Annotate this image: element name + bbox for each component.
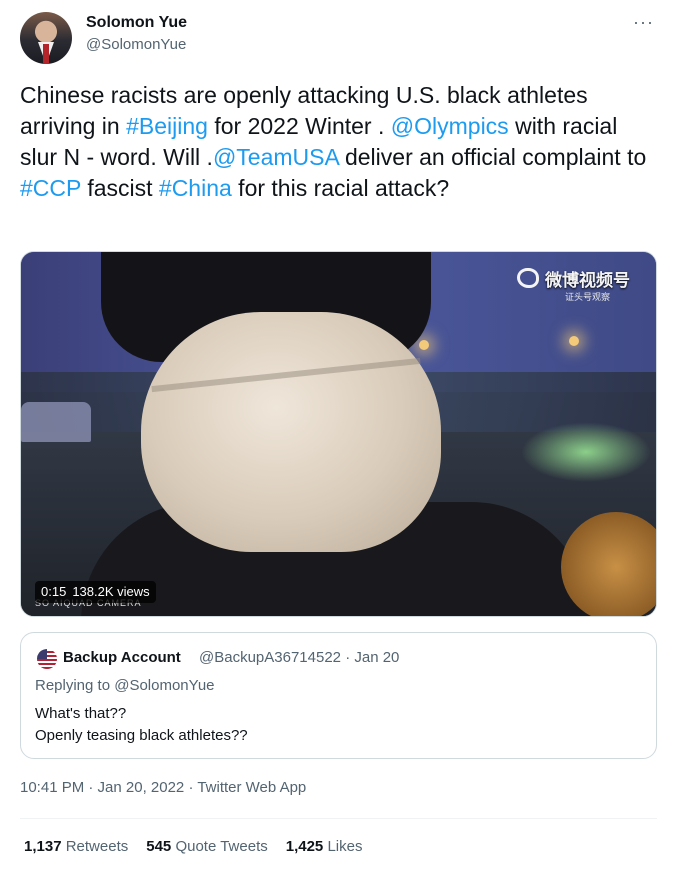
replying-to[interactable]: Replying to @SolomonYue: [35, 677, 215, 694]
quoted-date[interactable]: Jan 20: [354, 649, 399, 666]
likes-label: Likes: [327, 838, 363, 855]
quoted-author-name[interactable]: Backup Account: [63, 649, 181, 666]
quoted-author-meta: @BackupA36714522 · Jan 20: [199, 649, 399, 666]
video-light: [419, 340, 429, 350]
retweets-label: Retweets: [65, 838, 129, 855]
tweet-link[interactable]: #China: [159, 175, 232, 201]
tweet-timestamp[interactable]: 10:41 PM · Jan 20, 2022 · Twitter Web Ap…: [20, 779, 306, 796]
quote-tweets-count: 545: [146, 838, 172, 855]
video-watermark-sub: 证头号观察: [565, 292, 611, 302]
tweet-link[interactable]: @Olympics: [391, 113, 509, 139]
tweet-text: Chinese racists are openly attacking U.S…: [20, 80, 660, 204]
retweets-stat[interactable]: 1,137 Retweets: [24, 838, 128, 855]
video-plant: [521, 422, 651, 482]
video-person-mask: [141, 312, 441, 552]
quoted-text-line: Openly teasing black athletes??: [35, 727, 248, 744]
tweet-header: Solomon Yue @SolomonYue ···: [20, 10, 660, 66]
likes-count: 1,425: [285, 838, 324, 855]
video-watermark: 微博视频号: [545, 271, 630, 290]
video-player[interactable]: 微博视频号 证头号观察 SO AIQUAD CAMERA 0:15 138.2K…: [20, 251, 657, 617]
author-avatar[interactable]: [20, 12, 72, 64]
divider: [20, 818, 657, 819]
author-name[interactable]: Solomon Yue: [86, 14, 187, 32]
tweet-text-segment: for this racial attack?: [231, 175, 450, 201]
tweet-link[interactable]: @TeamUSA: [213, 144, 339, 170]
video-light: [569, 336, 579, 346]
tweet-text-segment: for 2022 Winter .: [207, 113, 391, 139]
likes-stat[interactable]: 1,425 Likes: [286, 838, 363, 855]
quoted-author-avatar[interactable]: [37, 649, 57, 669]
more-horizontal-icon[interactable]: ···: [633, 12, 654, 33]
tweet-text-segment: fascist: [80, 175, 159, 201]
tweet-text-segment: deliver an official complaint to: [338, 144, 647, 170]
retweets-count: 1,137: [24, 838, 62, 855]
video-info-badge: 0:15 138.2K views: [35, 581, 156, 603]
author-handle[interactable]: @SolomonYue: [86, 36, 186, 53]
tweet-link[interactable]: #Beijing: [126, 113, 208, 139]
quoted-tweet[interactable]: Backup Account @BackupA36714522 · Jan 20…: [20, 632, 657, 759]
video-background-car: [21, 402, 91, 442]
meta-separator: ·: [345, 649, 351, 666]
avatar-tie: [43, 44, 49, 64]
quoted-author-handle[interactable]: @BackupA36714522: [199, 649, 341, 666]
weibo-logo-icon: [517, 268, 539, 288]
quoted-text-line: What's that??: [35, 705, 127, 722]
tweet-stats: 1,137 Retweets 545 Quote Tweets 1,425 Li…: [24, 838, 362, 855]
tweet-link[interactable]: #CCP: [20, 175, 81, 201]
quote-tweets-label: Quote Tweets: [175, 838, 268, 855]
video-views: 138.2K views: [72, 584, 150, 599]
video-duration: 0:15: [41, 584, 67, 599]
quote-tweets-stat[interactable]: 545 Quote Tweets: [146, 838, 267, 855]
